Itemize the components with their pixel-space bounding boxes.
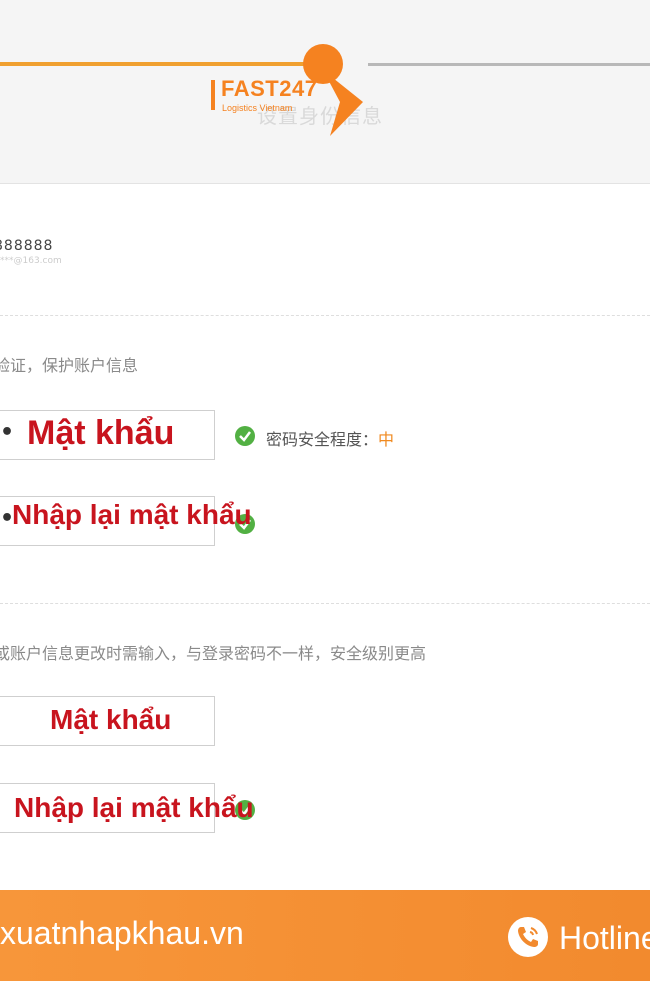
payment-password-description: 或账户信息更改时需输入，与登录密码不一样，安全级别更高: [0, 644, 427, 663]
password-strength-level: 中: [378, 430, 395, 449]
section-divider: [0, 315, 650, 316]
footer-website-link[interactable]: xuatnhapkhau.vn: [0, 915, 244, 952]
logo-subtitle: Logistics Vietnam: [222, 103, 293, 113]
account-number: 888888: [0, 238, 54, 254]
password-dots: •: [0, 420, 15, 445]
password-strength-label: 密码安全程度：: [266, 430, 379, 449]
hotline-label[interactable]: Hotline: [559, 920, 650, 957]
password-strength-indicator: 密码安全程度：中: [266, 426, 394, 450]
section-divider: [0, 603, 650, 604]
password-overlay-label: Mật khẩu: [27, 414, 175, 452]
check-icon: [235, 426, 255, 446]
logo-bar: [211, 80, 215, 110]
progress-bar-pending: [368, 63, 650, 66]
step-header: 设置身份信息 FAST247 Logistics Vietnam: [0, 0, 650, 184]
payment-password-overlay-label: Mật khẩu: [50, 704, 172, 735]
payment-confirm-password-overlay-label: Nhập lại mật khẩu: [14, 792, 254, 823]
fast247-logo: FAST247 Logistics Vietnam: [208, 40, 378, 140]
account-email: ***@163.com: [0, 256, 62, 266]
logo-arrow-icon: [319, 60, 363, 136]
phone-icon: [508, 917, 548, 957]
login-password-description: 验证，保护账户信息: [0, 356, 139, 375]
logo-title: FAST247: [221, 76, 318, 101]
confirm-password-overlay-label: Nhập lại mật khẩu: [12, 499, 252, 530]
footer-banner: xuatnhapkhau.vn Hotline: [0, 890, 650, 981]
